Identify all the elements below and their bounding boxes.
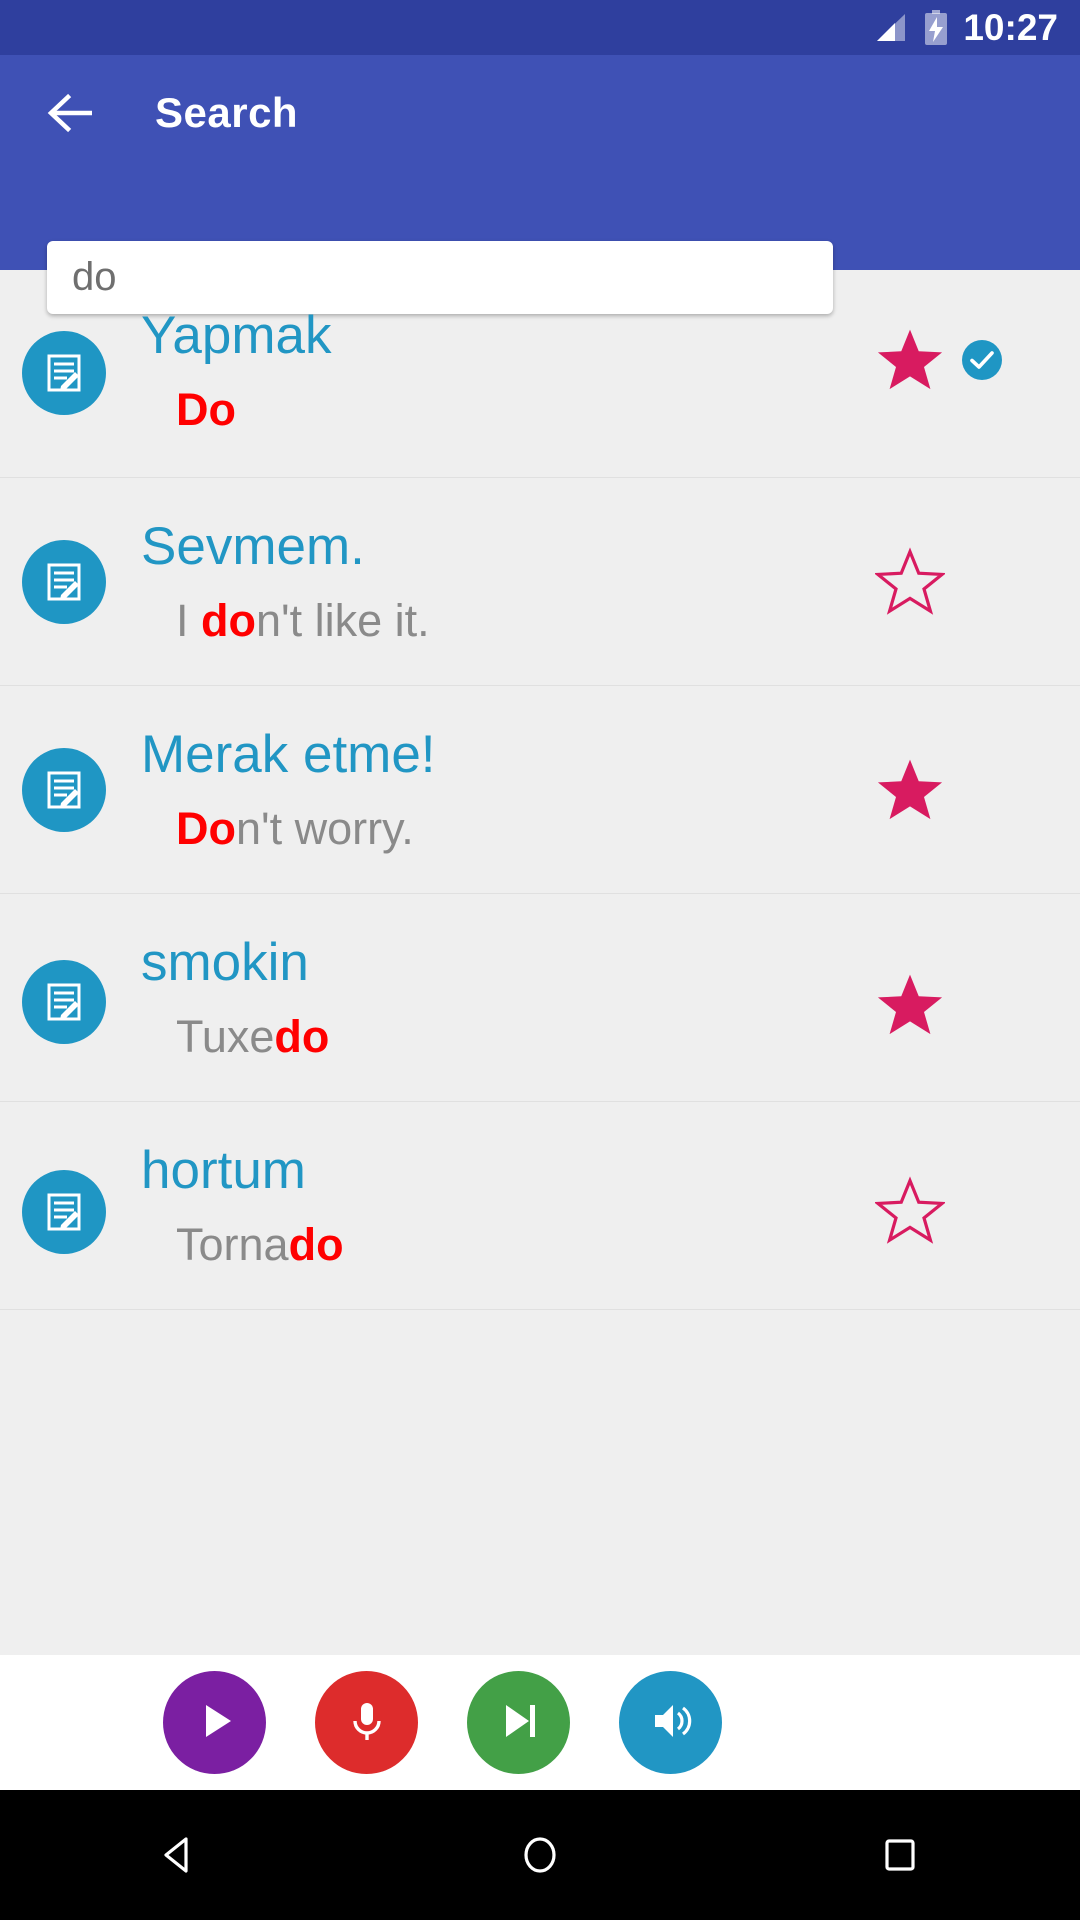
volume-up-icon — [645, 1695, 697, 1750]
highlight-match: do — [274, 1010, 330, 1062]
list-item-actions — [850, 1175, 1080, 1246]
app-bar-top: Search — [0, 55, 1080, 170]
note-edit-icon — [22, 747, 106, 832]
search-results-list[interactable]: Yapmak Do Sevmem. I don't like it. Merak… — [0, 270, 1080, 1325]
list-item-text: hortum Tornado — [141, 1143, 850, 1268]
list-item-title: Sevmem. — [141, 517, 365, 577]
list-item[interactable]: Yapmak Do — [0, 270, 1080, 478]
list-item-actions — [850, 970, 1080, 1040]
signal-bars-icon — [875, 11, 909, 45]
arrow-back-icon[interactable] — [42, 84, 100, 142]
list-item-text: Yapmak Do — [141, 308, 850, 433]
status-bar: 10:27 — [0, 0, 1080, 55]
status-bar-clock: 10:27 — [963, 7, 1058, 48]
list-item-actions — [850, 325, 1080, 395]
android-nav-bar — [0, 1790, 1080, 1920]
highlight-match: do — [288, 1218, 344, 1270]
list-item[interactable]: Merak etme! Don't worry. — [0, 686, 1080, 894]
next-button[interactable] — [467, 1671, 570, 1774]
list-item-title: smokin — [141, 933, 309, 993]
battery-charging-icon — [923, 9, 949, 46]
square-recents-icon — [885, 1839, 915, 1871]
list-item-actions — [850, 546, 1080, 617]
list-item-title: Merak etme! — [141, 725, 436, 785]
note-edit-icon — [22, 539, 106, 624]
media-toolbar — [0, 1655, 1080, 1790]
note-edit-icon — [22, 330, 106, 415]
highlight-match: Do — [176, 383, 236, 435]
star-filled-icon[interactable] — [875, 755, 945, 825]
skip-next-icon — [493, 1695, 545, 1750]
star-outline-icon[interactable] — [873, 1175, 947, 1246]
highlight-match: Do — [176, 802, 236, 854]
app-bar: Search — [0, 55, 1080, 314]
list-item-text: smokin Tuxedo — [141, 935, 850, 1060]
verified-check-icon — [961, 339, 1003, 381]
highlight-match: do — [201, 594, 256, 646]
play-icon — [189, 1695, 241, 1750]
star-filled-icon[interactable] — [875, 970, 945, 1040]
star-outline-icon[interactable] — [873, 546, 947, 617]
speaker-button[interactable] — [619, 1671, 722, 1774]
triangle-back-icon — [164, 1837, 188, 1873]
list-item-subtitle: Don't worry. — [176, 802, 414, 854]
list-item-title: hortum — [141, 1141, 306, 1201]
nav-back-button[interactable] — [120, 1790, 240, 1920]
list-item-text: Merak etme! Don't worry. — [141, 727, 850, 852]
page-title: Search — [155, 88, 299, 136]
list-item-text: Sevmem. I don't like it. — [141, 519, 850, 644]
status-bar-icons: 10:27 — [875, 9, 1058, 46]
star-filled-icon[interactable] — [875, 325, 945, 395]
list-item[interactable]: Sevmem. I don't like it. — [0, 478, 1080, 686]
microphone-icon — [341, 1695, 393, 1750]
list-item-title: Yapmak — [141, 306, 332, 366]
nav-home-button[interactable] — [480, 1790, 600, 1920]
circle-home-icon — [524, 1837, 556, 1873]
note-edit-icon — [22, 1169, 106, 1254]
note-edit-icon — [22, 959, 106, 1044]
list-item-subtitle: Do — [176, 386, 850, 433]
list-item[interactable]: hortum Tornado — [0, 1102, 1080, 1310]
list-item-subtitle: I don't like it. — [176, 594, 430, 646]
play-button[interactable] — [163, 1671, 266, 1774]
record-button[interactable] — [315, 1671, 418, 1774]
list-item-subtitle: Tornado — [176, 1218, 344, 1270]
list-item[interactable]: smokin Tuxedo — [0, 894, 1080, 1102]
nav-recents-button[interactable] — [840, 1790, 960, 1920]
list-item-subtitle: Tuxedo — [176, 1010, 330, 1062]
list-item-actions — [850, 755, 1080, 825]
